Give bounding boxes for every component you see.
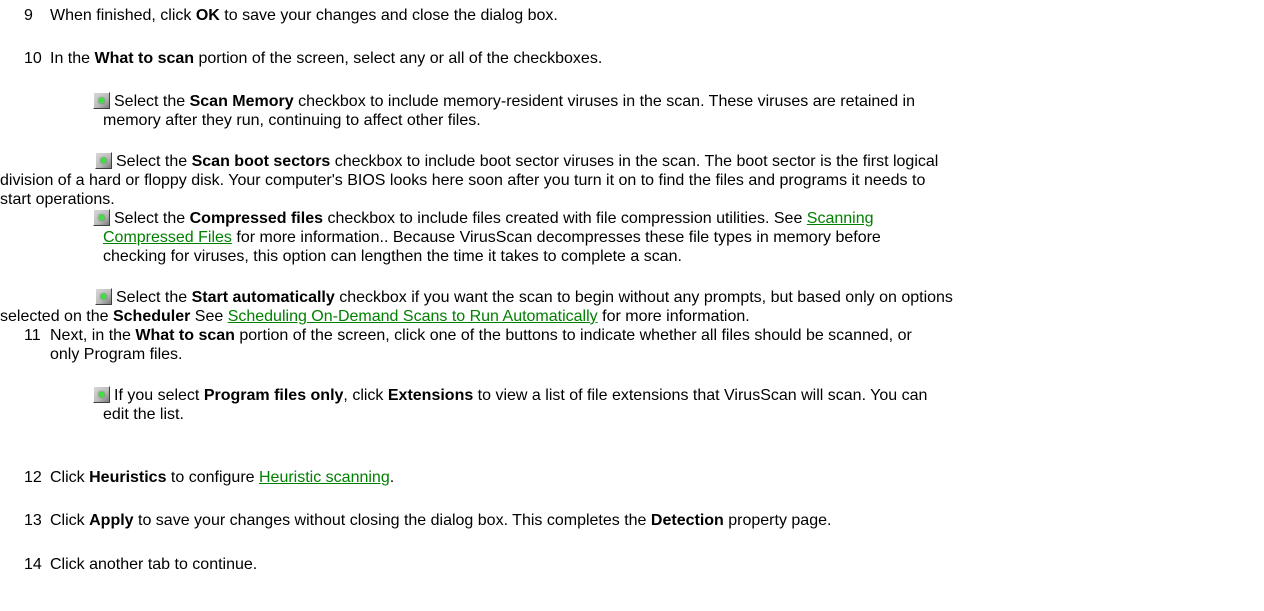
bullet-scan-boot-sectors: Select the Scan boot sectors checkbox to… — [0, 152, 939, 208]
step-12: 12 Click Heuristics to configure Heuristi… — [24, 469, 395, 486]
bullet-start-automatically: Select the Start automatically checkbox … — [0, 288, 953, 325]
bullet-scan-memory: Select the Scan Memory checkbox to inclu… — [93, 92, 1133, 130]
step-number: 9 — [24, 7, 33, 24]
step-number: 12 — [24, 469, 42, 486]
bullet-compressed-files: Select the Compressed files checkbox to … — [93, 209, 1133, 266]
step-number: 10 — [24, 50, 42, 67]
step-11: 11 Next, in the What to scan portion of t… — [24, 327, 912, 363]
bullet-square-icon — [93, 386, 110, 403]
step-13: 13 Click Apply to save your changes witho… — [24, 512, 832, 529]
bullet-square-icon — [95, 152, 112, 169]
link-scheduling-on-demand-scans[interactable]: Scheduling On-Demand Scans to Run Automa… — [228, 308, 598, 325]
step-number: 11 — [24, 327, 41, 344]
step-14: 14 Click another tab to continue. — [24, 556, 258, 573]
step-number: 13 — [24, 512, 42, 529]
link-scanning-compressed-files[interactable]: Scanning — [807, 210, 874, 227]
link-scanning-compressed-files[interactable]: Compressed Files — [103, 229, 232, 246]
step-number: 14 — [24, 556, 42, 573]
bullet-square-icon — [93, 92, 110, 109]
step-9: 9 When finished, click OK to save your ch… — [24, 7, 558, 24]
bullet-square-icon — [95, 288, 112, 305]
bullet-square-icon — [93, 209, 110, 226]
link-heuristic-scanning[interactable]: Heuristic scanning — [259, 469, 390, 486]
step-10: 10 In the What to scan portion of the scr… — [24, 50, 603, 67]
bullet-program-files-only: If you select Program files only, click … — [93, 386, 1133, 424]
